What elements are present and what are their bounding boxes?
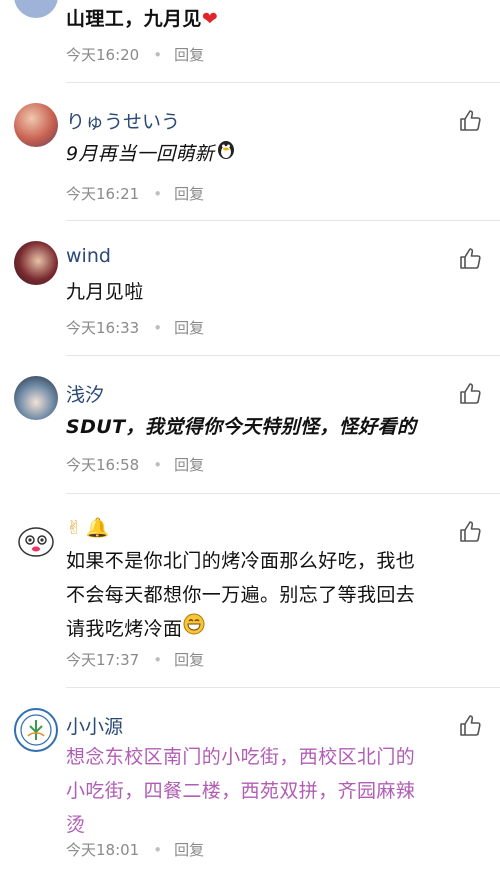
comment-text: 9月再当一回萌新 — [66, 137, 476, 172]
avatar[interactable] — [14, 518, 58, 562]
timestamp: 今天17:37 — [66, 651, 140, 669]
heart-icon: ❤ — [201, 8, 219, 30]
comment-text: 九月见啦 — [66, 281, 144, 303]
thumb-up-icon[interactable] — [458, 714, 482, 738]
comment-text: 山理工，九月见❤ — [66, 8, 219, 30]
comment-item: 小小源 想念东校区南门的小吃街，西校区北门的 小吃街，四餐二楼，西苑双拼，齐园麻… — [0, 688, 500, 870]
thumb-up-icon[interactable] — [458, 247, 482, 271]
comment-item: 山理工，九月见❤ 今天16:20 • 回复 — [0, 0, 500, 82]
reply-button[interactable]: 回复 — [174, 46, 204, 64]
comment-item: ✌ 🔔 如果不是你北门的烤冷面那么好吃，我也 不会每天都想你一万遍。别忘了等我回去… — [0, 494, 500, 687]
username[interactable]: 小小源 — [66, 712, 123, 739]
comment-meta: 今天18:01 • 回复 — [66, 841, 205, 859]
comment-meta: 今天16:21 • 回复 — [66, 185, 205, 203]
reply-button[interactable]: 回复 — [174, 319, 204, 337]
username[interactable]: りゅうせいう — [66, 107, 180, 134]
reply-button[interactable]: 回复 — [174, 185, 204, 203]
timestamp: 今天16:33 — [66, 319, 140, 337]
avatar[interactable] — [14, 708, 58, 752]
timestamp: 今天18:01 — [66, 841, 140, 859]
bell-icon: 🔔 — [85, 517, 110, 539]
avatar[interactable] — [14, 103, 58, 147]
comment-text: SDUT，我觉得你今天特别怪，怪好看的 — [66, 416, 417, 438]
username-emoji: ✌ 🔔 — [66, 516, 110, 539]
thumb-up-icon[interactable] — [458, 520, 482, 544]
avatar[interactable] — [14, 241, 58, 285]
penguin-icon — [214, 137, 238, 172]
thumb-up-icon[interactable] — [458, 109, 482, 133]
thumb-up-icon[interactable] — [458, 382, 482, 406]
comment-meta: 今天16:33 • 回复 — [66, 319, 205, 337]
avatar[interactable] — [14, 376, 58, 420]
comment-meta: 今天17:37 • 回复 — [66, 651, 205, 669]
comment-item: りゅうせいう 9月再当一回萌新 今天16:21 • 回复 — [0, 83, 500, 220]
comment-item: 浅汐 SDUT，我觉得你今天特别怪，怪好看的 今天16:58 • 回复 — [0, 356, 500, 493]
victory-hand-icon: ✌ — [66, 517, 82, 539]
comment-item: wind 九月见啦 今天16:33 • 回复 — [0, 221, 500, 358]
comment-text: 想念东校区南门的小吃街，西校区北门的 小吃街，四餐二楼，西苑双拼，齐园麻辣 烫 — [66, 746, 416, 836]
timestamp: 今天16:21 — [66, 185, 140, 203]
username[interactable]: 浅汐 — [66, 380, 104, 407]
username[interactable]: wind — [66, 245, 111, 267]
comment-meta: 今天16:58 • 回复 — [66, 456, 205, 474]
comment-meta: 今天16:20 • 回复 — [66, 46, 205, 64]
reply-button[interactable]: 回复 — [174, 651, 204, 669]
reply-button[interactable]: 回复 — [174, 456, 204, 474]
avatar[interactable] — [14, 0, 58, 18]
reply-button[interactable]: 回复 — [174, 841, 204, 859]
comment-text: 如果不是你北门的烤冷面那么好吃，我也 不会每天都想你一万遍。别忘了等我回去 请我… — [66, 544, 476, 647]
timestamp: 今天16:58 — [66, 456, 140, 474]
grin-icon — [182, 612, 206, 647]
timestamp: 今天16:20 — [66, 46, 140, 64]
